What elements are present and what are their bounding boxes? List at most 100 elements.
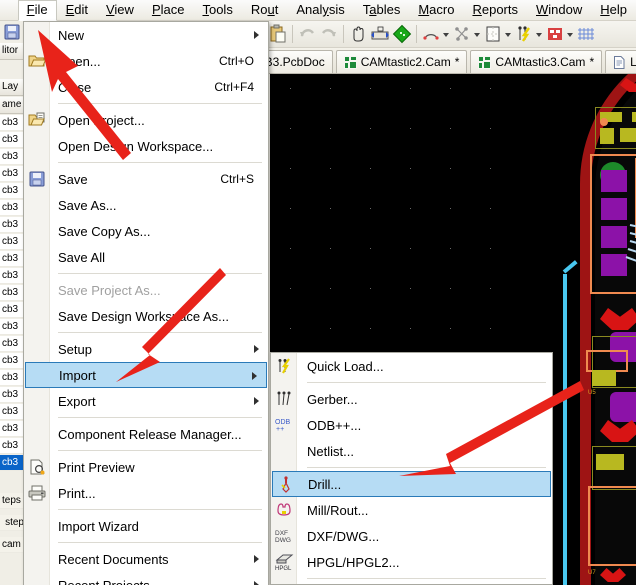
print-preview-icon xyxy=(28,458,46,476)
menu-item-label: ODB++... xyxy=(307,418,361,433)
svg-text:++: ++ xyxy=(276,426,284,433)
menu-item-new[interactable]: New xyxy=(24,22,268,48)
menu-item-recent-documents[interactable]: Recent Documents xyxy=(24,546,268,572)
menu-item-label: Print... xyxy=(58,486,96,501)
tab-label: CAMtastic2.Cam xyxy=(361,55,451,69)
menubar-item-analysis[interactable]: Analysis xyxy=(287,0,353,20)
menu-item-save[interactable]: Save Ctrl+S xyxy=(24,166,268,192)
menu-item-label: Close xyxy=(58,80,91,95)
toolbar[interactable] xyxy=(265,21,636,48)
menu-item-open-design-workspace[interactable]: Open Design Workspace... xyxy=(24,133,268,159)
pan-hand-icon[interactable] xyxy=(348,24,368,45)
menu-item-accel: Ctrl+F4 xyxy=(214,80,268,94)
menu-item-save-as[interactable]: Save As... xyxy=(24,192,268,218)
menu-item-mill-rout[interactable]: Mill/Rout... xyxy=(271,497,552,523)
svg-text:DXF: DXF xyxy=(275,530,288,537)
measure-icon[interactable] xyxy=(370,24,390,45)
menubar-item-rout[interactable]: Rout xyxy=(242,0,287,20)
menu-item-odbpp[interactable]: ODB ++ ODB++... xyxy=(271,412,552,438)
menu-item-label: Open Project... xyxy=(58,113,145,128)
menu-item-save-copy-as[interactable]: Save Copy As... xyxy=(24,218,268,244)
menubar-item-window[interactable]: Window xyxy=(527,0,591,20)
menu-separator xyxy=(58,273,262,274)
menu-item-label: Setup xyxy=(58,342,92,357)
menu-item-dxf-dwg[interactable]: DXF DWG DXF/DWG... xyxy=(271,523,552,549)
menubar-item-view[interactable]: View xyxy=(97,0,143,20)
menu-item-setup[interactable]: Setup xyxy=(24,336,268,362)
menu-item-print-preview[interactable]: Print Preview xyxy=(24,454,268,480)
chevron-down-icon[interactable] xyxy=(535,24,544,44)
menubar-item-edit[interactable]: Edit xyxy=(57,0,97,20)
undo-icon[interactable] xyxy=(297,24,317,45)
menu-item-accel: Ctrl+S xyxy=(220,172,268,186)
menu-item-label: Gerber... xyxy=(307,392,358,407)
tab-modified-marker: * xyxy=(589,55,594,69)
menubar-item-macro[interactable]: Macro xyxy=(409,0,463,20)
menu-item-label: HPGL/HPGL2... xyxy=(307,555,399,570)
menubar-item-place[interactable]: Place xyxy=(143,0,194,20)
menubar-item-tables[interactable]: Tables xyxy=(354,0,410,20)
menubar-item-file[interactable]: FFileile xyxy=(18,0,57,21)
menu-item-component-release-manager[interactable]: Component Release Manager... xyxy=(24,421,268,447)
submenu-arrow-icon xyxy=(252,372,257,380)
menu-item-label: Import xyxy=(59,368,96,383)
odb-icon: ODB ++ xyxy=(275,416,293,434)
arc-icon[interactable] xyxy=(421,24,441,45)
menu-item-save-design-workspace-as[interactable]: Save Design Workspace As... xyxy=(24,303,268,329)
board-3d-icon[interactable] xyxy=(392,24,412,45)
chevron-down-icon[interactable] xyxy=(442,24,451,44)
menu-item-label: Save xyxy=(58,172,88,187)
netlist-icon[interactable] xyxy=(452,24,472,45)
tab-camtastic2[interactable]: CAMtastic2.Cam * xyxy=(336,50,468,73)
menu-bar[interactable]: FFileile Edit View Place Tools Rout Anal… xyxy=(0,0,636,21)
pad xyxy=(601,226,627,248)
menu-item-open[interactable]: Open... Ctrl+O xyxy=(24,48,268,74)
paste-icon[interactable] xyxy=(268,24,288,45)
menu-item-label: New xyxy=(58,28,84,43)
save-disk-icon[interactable] xyxy=(4,24,20,40)
grid-icon[interactable] xyxy=(576,24,596,45)
quick-load-icon[interactable] xyxy=(514,24,534,45)
menu-item-open-project[interactable]: Open Project... xyxy=(24,107,268,133)
printer-icon xyxy=(28,484,46,502)
import-submenu[interactable]: Quick Load... Gerber... ODB ++ xyxy=(270,352,553,585)
panel-icon[interactable] xyxy=(483,24,503,45)
menu-item-label: DXF/DWG... xyxy=(307,529,379,544)
menu-item-export[interactable]: Export xyxy=(24,388,268,414)
menubar-item-help[interactable]: Help xyxy=(591,0,636,20)
chevron-down-icon[interactable] xyxy=(566,24,575,44)
menu-item-import-wizard[interactable]: Import Wizard xyxy=(24,513,268,539)
menu-item-netlist[interactable]: Netlist... xyxy=(271,438,552,464)
menu-item-recent-projects[interactable]: Recent Projects xyxy=(24,572,268,585)
menu-separator xyxy=(58,542,262,543)
menu-item-hpgl[interactable]: HPGL HPGL/HPGL2... xyxy=(271,549,552,575)
tab-camtastic3[interactable]: CAMtastic3.Cam * xyxy=(470,50,602,73)
menu-item-close[interactable]: Close Ctrl+F4 xyxy=(24,74,268,100)
svg-text:DWG: DWG xyxy=(275,537,291,544)
application-window: U5 U7 litor Lay ame cb3 cb3 cb3 cb3 cb3 … xyxy=(0,0,636,585)
menu-item-label: Save Project As... xyxy=(58,283,161,298)
menu-item-label: Mill/Rout... xyxy=(307,503,368,518)
menu-item-label: Save As... xyxy=(58,198,117,213)
menu-item-drill[interactable]: Drill... xyxy=(272,471,551,497)
chevron-down-icon[interactable] xyxy=(504,24,513,44)
file-dropdown-menu[interactable]: New Open... Ctrl+O Close Ctrl+F4 xyxy=(23,21,269,585)
menu-item-quick-load[interactable]: Quick Load... xyxy=(271,353,552,379)
menubar-item-reports[interactable]: Reports xyxy=(463,0,527,20)
pad xyxy=(610,392,636,422)
menu-item-gerber[interactable]: Gerber... xyxy=(271,386,552,412)
menu-item-print[interactable]: Print... xyxy=(24,480,268,506)
tab-log[interactable]: Log_201 xyxy=(605,50,636,73)
menu-item-import[interactable]: Import xyxy=(25,362,267,388)
menu-item-save-all[interactable]: Save All xyxy=(24,244,268,270)
svg-text:HPGL: HPGL xyxy=(275,566,292,571)
chevron-down-icon[interactable] xyxy=(473,24,482,44)
document-tab-bar[interactable]: CB3.PcbDoc CAMtastic2.Cam * CAMtastic3.C… xyxy=(265,48,636,74)
quick-load-icon xyxy=(275,357,293,375)
redo-icon[interactable] xyxy=(319,24,339,45)
menu-item-label: Open... xyxy=(58,54,101,69)
menu-item-label: Save All xyxy=(58,250,105,265)
drill-table-icon[interactable] xyxy=(545,24,565,45)
menubar-item-tools[interactable]: Tools xyxy=(193,0,241,20)
svg-text:ODB: ODB xyxy=(275,419,291,426)
